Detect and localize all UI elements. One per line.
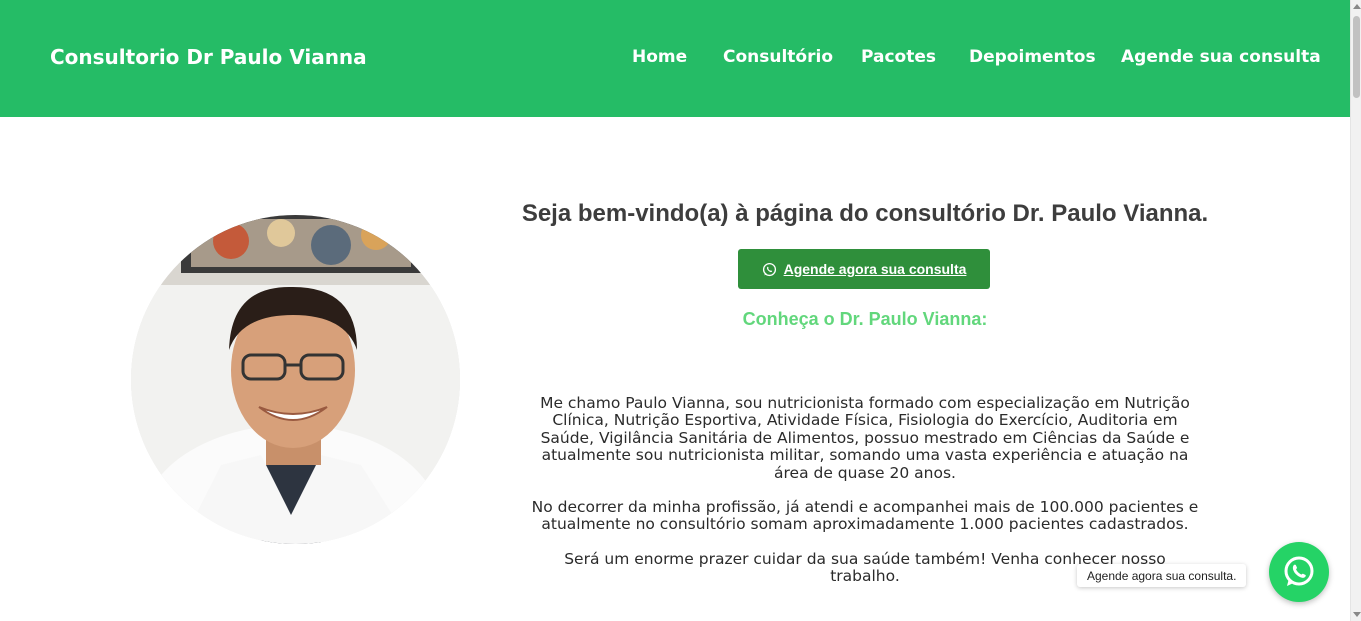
bio-paragraph: No decorrer da minha profissão, já atend…	[530, 498, 1200, 534]
scroll-up-arrow-icon[interactable]	[1353, 4, 1361, 9]
scroll-thumb[interactable]	[1353, 16, 1360, 98]
nav-pacotes[interactable]: Pacotes	[861, 47, 936, 67]
schedule-button[interactable]: Agende agora sua consulta	[738, 249, 990, 289]
whatsapp-float-label[interactable]: Agende agora sua consulta.	[1077, 564, 1247, 587]
schedule-button-label: Agende agora sua consulta	[783, 261, 967, 277]
scroll-down-arrow-icon[interactable]	[1353, 612, 1361, 617]
main-nav: Home Consultório Pacotes Depoimentos Age…	[0, 47, 1350, 71]
doctor-portrait	[131, 215, 460, 544]
bio-line: Me chamo Paulo Vianna, sou nutricionista…	[540, 394, 1190, 412]
bio-line: Saúde, Vigilância Sanitária de Alimentos…	[540, 428, 1190, 447]
bio-line: área de quase 20 anos.	[774, 463, 956, 482]
bio-line: No decorrer da minha profissão, já atend…	[531, 498, 1199, 517]
page: Consultorio Dr Paulo Vianna Home Consult…	[0, 0, 1361, 621]
welcome-title: Seja bem-vindo(a) à página do consultóri…	[521, 200, 1209, 227]
site-header: Consultorio Dr Paulo Vianna Home Consult…	[0, 0, 1350, 117]
whatsapp-icon	[1284, 556, 1314, 586]
bio-line: atualmente no consultório somam aproxima…	[541, 515, 1189, 534]
bio-paragraph: Me chamo Paulo Vianna, sou nutricionista…	[530, 394, 1200, 482]
nav-home[interactable]: Home	[632, 47, 687, 67]
page-scrollbar[interactable]	[1350, 0, 1361, 621]
bio-line: Clínica, Nutrição Esportiva, Atividade F…	[552, 411, 1178, 430]
whatsapp-icon	[762, 262, 776, 276]
nav-depoimentos[interactable]: Depoimentos	[969, 47, 1096, 67]
whatsapp-float-button[interactable]	[1269, 542, 1329, 602]
bio-line: atualmente sou nutricionista militar, so…	[541, 446, 1189, 465]
nav-consultorio[interactable]: Consultório	[723, 47, 833, 67]
nav-agende[interactable]: Agende sua consulta	[1121, 47, 1321, 67]
meet-doctor-heading: Conheça o Dr. Paulo Vianna:	[742, 309, 988, 329]
